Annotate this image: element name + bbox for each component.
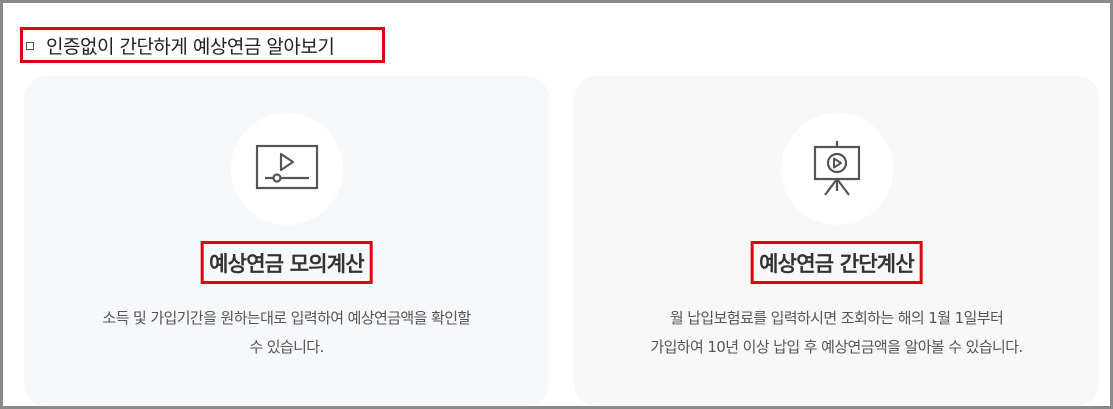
- simple-calculation-description: 월 납입보험료를 입력하시면 조회하는 해의 1월 1일부터 가입하여 10년 …: [574, 304, 1099, 362]
- mock-calculation-card[interactable]: 예상연금 모의계산 소득 및 가입기간을 원하는대로 입력하여 예상연금액을 확…: [24, 76, 549, 406]
- description-line: 가입하여 10년 이상 납입 후 예상연금액을 알아볼 수 있습니다.: [650, 338, 1023, 356]
- simple-calculation-card[interactable]: 예상연금 간단계산 월 납입보험료를 입력하시면 조회하는 해의 1월 1일부터…: [574, 76, 1099, 406]
- section-title-text: 인증없이 간단하게 예상연금 알아보기: [46, 35, 335, 58]
- description-line: 월 납입보험료를 입력하시면 조회하는 해의 1월 1일부터: [669, 309, 1004, 327]
- mock-calculation-description: 소득 및 가입기간을 원하는대로 입력하여 예상연금액을 확인할 수 있습니다.: [24, 304, 549, 362]
- presentation-play-icon: [780, 113, 893, 225]
- page-frame: 인증없이 간단하게 예상연금 알아보기 예상연금 모의계산 소득 및 가입기간을…: [0, 0, 1113, 409]
- simple-calculation-title[interactable]: 예상연금 간단계산: [750, 241, 923, 284]
- mock-calculation-title[interactable]: 예상연금 모의계산: [200, 241, 373, 284]
- section-title: 인증없이 간단하게 예상연금 알아보기: [20, 27, 385, 63]
- video-player-icon: [230, 113, 343, 225]
- square-bullet-icon: [26, 42, 34, 50]
- description-line: 수 있습니다.: [249, 338, 324, 356]
- description-line: 소득 및 가입기간을 원하는대로 입력하여 예상연금액을 확인할: [102, 309, 471, 327]
